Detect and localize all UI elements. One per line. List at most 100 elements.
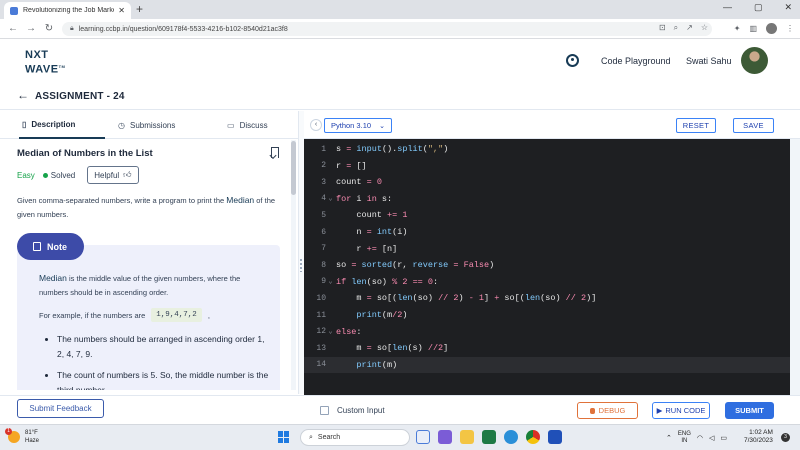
question-tabs: ▯ Description ◷ Submissions ▭ Discuss xyxy=(0,111,298,139)
avatar[interactable] xyxy=(741,47,768,74)
logo-line-1: NXT xyxy=(25,49,49,61)
drag-handle-icon[interactable] xyxy=(299,258,303,272)
code-line[interactable]: 8 so = sorted(r, reverse = False) xyxy=(304,257,790,273)
app-header: NXT WAVETM Code Playground Swati Sahu xyxy=(0,40,800,82)
new-tab-button[interactable]: + xyxy=(136,2,143,16)
fold-chevron-icon[interactable]: ⌄ xyxy=(326,327,335,336)
submit-feedback-button[interactable]: Submit Feedback xyxy=(17,399,104,418)
code-line[interactable]: 3 count = 0 xyxy=(304,174,790,190)
browser-tab-title: Revolutionizing the Job Market | xyxy=(23,7,115,14)
code-line[interactable]: 13 m = so[len(s) //2] xyxy=(304,340,790,356)
chevron-up-icon[interactable]: ⌃ xyxy=(666,434,672,442)
difficulty-badge: Easy xyxy=(17,170,35,180)
tab-discuss[interactable]: ▭ Discuss xyxy=(227,111,268,139)
code-line[interactable]: 4 ⌄ for i in s: xyxy=(304,191,790,207)
solved-dot-icon xyxy=(42,172,48,178)
extensions-icon[interactable]: ✦ xyxy=(734,24,741,33)
code-line[interactable]: 6 n = int(i) xyxy=(304,224,790,240)
note-paragraph: Median is the middle value of the given … xyxy=(39,271,269,300)
browser-tab[interactable]: Revolutionizing the Job Market | ✕ xyxy=(4,2,131,19)
menu-kebab-icon[interactable]: ⋮ xyxy=(786,24,794,33)
collapse-panel-button[interactable]: ‹ xyxy=(310,119,322,131)
run-code-button[interactable]: ▶ RUN CODE xyxy=(652,402,710,419)
excel-icon[interactable] xyxy=(482,430,496,444)
tab-description[interactable]: ▯ Description xyxy=(19,111,105,139)
code-line[interactable]: 10 m = so[(len(so) // 2) - 1] + so[(len(… xyxy=(304,290,790,306)
back-arrow-icon[interactable]: ← xyxy=(17,88,29,102)
bookmark-icon[interactable] xyxy=(271,147,279,158)
code-line[interactable]: 5 count += 1 xyxy=(304,207,790,223)
forward-nav-icon[interactable]: → xyxy=(26,23,36,34)
windows-start-icon[interactable] xyxy=(278,431,290,443)
code-line[interactable]: 14 print(m) xyxy=(304,356,790,373)
code-text: m = so[len(s) //2] xyxy=(336,343,449,354)
code-text: s = input().split(",") xyxy=(336,144,449,154)
status-badge: Solved xyxy=(42,171,75,180)
code-playground-icon[interactable] xyxy=(566,54,579,67)
code-editor[interactable]: 1 s = input().split(",") 2 r = [] 3 count = 0… xyxy=(304,139,790,395)
line-number: 13 xyxy=(316,343,326,353)
code-line[interactable]: 12 ⌄ else: xyxy=(304,324,790,340)
helpful-button[interactable]: Helpful 👍︎ xyxy=(87,166,139,184)
save-button[interactable]: SAVE xyxy=(733,118,774,133)
input-language[interactable]: ENG IN xyxy=(678,431,691,445)
custom-input-checkbox[interactable] xyxy=(320,406,329,415)
close-window-icon[interactable]: ✕ xyxy=(784,2,792,13)
debug-button[interactable]: DEBUG xyxy=(577,402,638,419)
profile-avatar-icon[interactable] xyxy=(766,23,777,34)
install-icon[interactable]: ⊡ xyxy=(659,23,666,33)
editor-scrollbar[interactable] xyxy=(790,139,800,395)
reset-button[interactable]: RESET xyxy=(676,118,716,133)
close-tab-icon[interactable]: ✕ xyxy=(118,6,125,15)
fold-chevron-icon[interactable]: ⌄ xyxy=(326,194,335,203)
back-nav-icon[interactable]: ← xyxy=(8,23,18,34)
fold-chevron-icon[interactable]: ⌄ xyxy=(326,277,335,286)
url-bar[interactable]: 🔒︎ learning.ccbp.in/question/609178f4-55… xyxy=(62,22,712,36)
notification-badge[interactable]: 3 xyxy=(781,433,790,442)
code-text: else: xyxy=(336,326,362,337)
taskbar-search-input[interactable]: ⌕ Search xyxy=(300,429,410,446)
sidepanel-icon[interactable]: ▥ xyxy=(749,24,757,33)
share-icon[interactable]: ↗ xyxy=(686,23,693,33)
taskbar-clock[interactable]: 1:02 AM 7/30/2023 xyxy=(744,429,773,445)
chrome-icon[interactable] xyxy=(526,430,540,444)
code-line[interactable]: 9 ⌄ if len(so) % 2 == 0: xyxy=(304,274,790,290)
zoom-icon[interactable]: ⌕ xyxy=(674,23,678,33)
description-scroll-thumb[interactable] xyxy=(291,141,296,195)
battery-icon[interactable]: ▭ xyxy=(720,434,727,442)
code-line[interactable]: 2 r = [] xyxy=(304,158,790,174)
temperature: 81°F xyxy=(25,430,38,436)
copilot-icon[interactable] xyxy=(416,430,430,444)
omnibox-actions: ⊡ ⌕ ↗ ☆ xyxy=(659,23,708,33)
code-line[interactable]: 7 r += [n] xyxy=(304,241,790,257)
user-name[interactable]: Swati Sahu xyxy=(686,56,732,66)
vscode-icon[interactable] xyxy=(548,430,562,444)
teams-icon[interactable] xyxy=(438,430,452,444)
language-select[interactable]: Python 3.10 ⌄ xyxy=(324,118,392,133)
tab-label: Submissions xyxy=(129,120,176,130)
url-text: learning.ccbp.in/question/609178f4-5533-… xyxy=(78,25,288,33)
custom-input-label[interactable]: Custom Input xyxy=(337,406,385,415)
line-number: 5 xyxy=(321,210,326,220)
code-line[interactable]: 11 print(m/2) xyxy=(304,307,790,323)
line-number: 6 xyxy=(321,227,326,237)
wifi-icon[interactable]: ◠ xyxy=(697,434,703,442)
minimize-icon[interactable]: — xyxy=(723,2,732,13)
edge-icon[interactable] xyxy=(504,430,518,444)
question-title: Median of Numbers in the List xyxy=(17,148,153,159)
maximize-icon[interactable]: ▢ xyxy=(754,2,763,13)
submit-button[interactable]: SUBMIT xyxy=(725,402,774,419)
star-bookmark-icon[interactable]: ☆ xyxy=(701,23,708,33)
tab-label: Discuss xyxy=(239,120,268,130)
reload-icon[interactable]: ↻ xyxy=(44,23,54,34)
volume-icon[interactable]: ◁ xyxy=(709,434,714,442)
nxtwave-logo[interactable]: NXT WAVETM xyxy=(25,50,65,76)
file-explorer-icon[interactable] xyxy=(460,430,474,444)
line-number: 7 xyxy=(321,244,326,254)
tab-submissions[interactable]: ◷ Submissions xyxy=(118,111,175,139)
line-number: 8 xyxy=(321,260,326,270)
code-playground-link[interactable]: Code Playground xyxy=(601,56,671,66)
weather-widget[interactable]: 1 81°F Haze xyxy=(5,428,39,445)
logo-tm: TM xyxy=(58,64,66,69)
code-line[interactable]: 1 s = input().split(",") xyxy=(304,141,790,157)
